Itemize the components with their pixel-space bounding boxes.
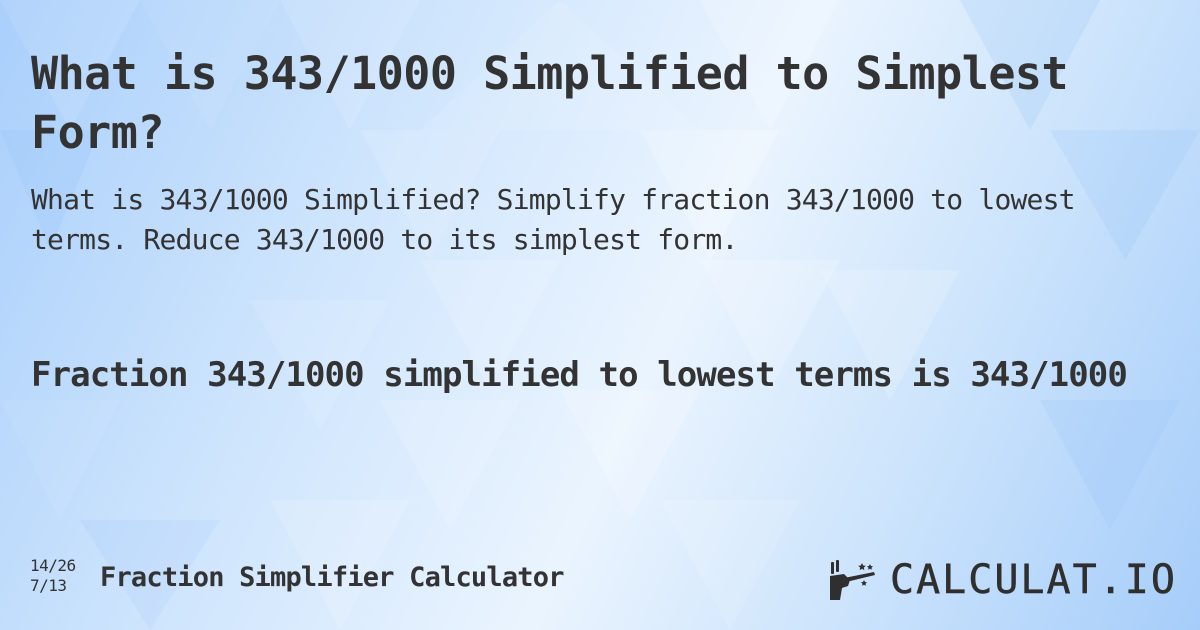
calculator-name: Fraction Simplifier Calculator: [100, 562, 564, 593]
fraction-example: 14/26 7/13: [30, 556, 76, 596]
page-description: What is 343/1000 Simplified? Simplify fr…: [31, 183, 1076, 256]
calculat-io-logo[interactable]: CALCULAT.IO: [828, 557, 1177, 604]
magic-wand-hand-icon: [830, 560, 875, 600]
logo-text: CALCULAT.IO: [890, 557, 1177, 604]
page-title: What is 343/1000 Simplified to Simplest …: [31, 47, 1069, 159]
result-statement: Fraction 343/1000 simplified to lowest t…: [31, 355, 1128, 395]
fraction-example-top: 14/26: [30, 556, 76, 575]
fraction-example-bottom: 7/13: [30, 576, 67, 595]
